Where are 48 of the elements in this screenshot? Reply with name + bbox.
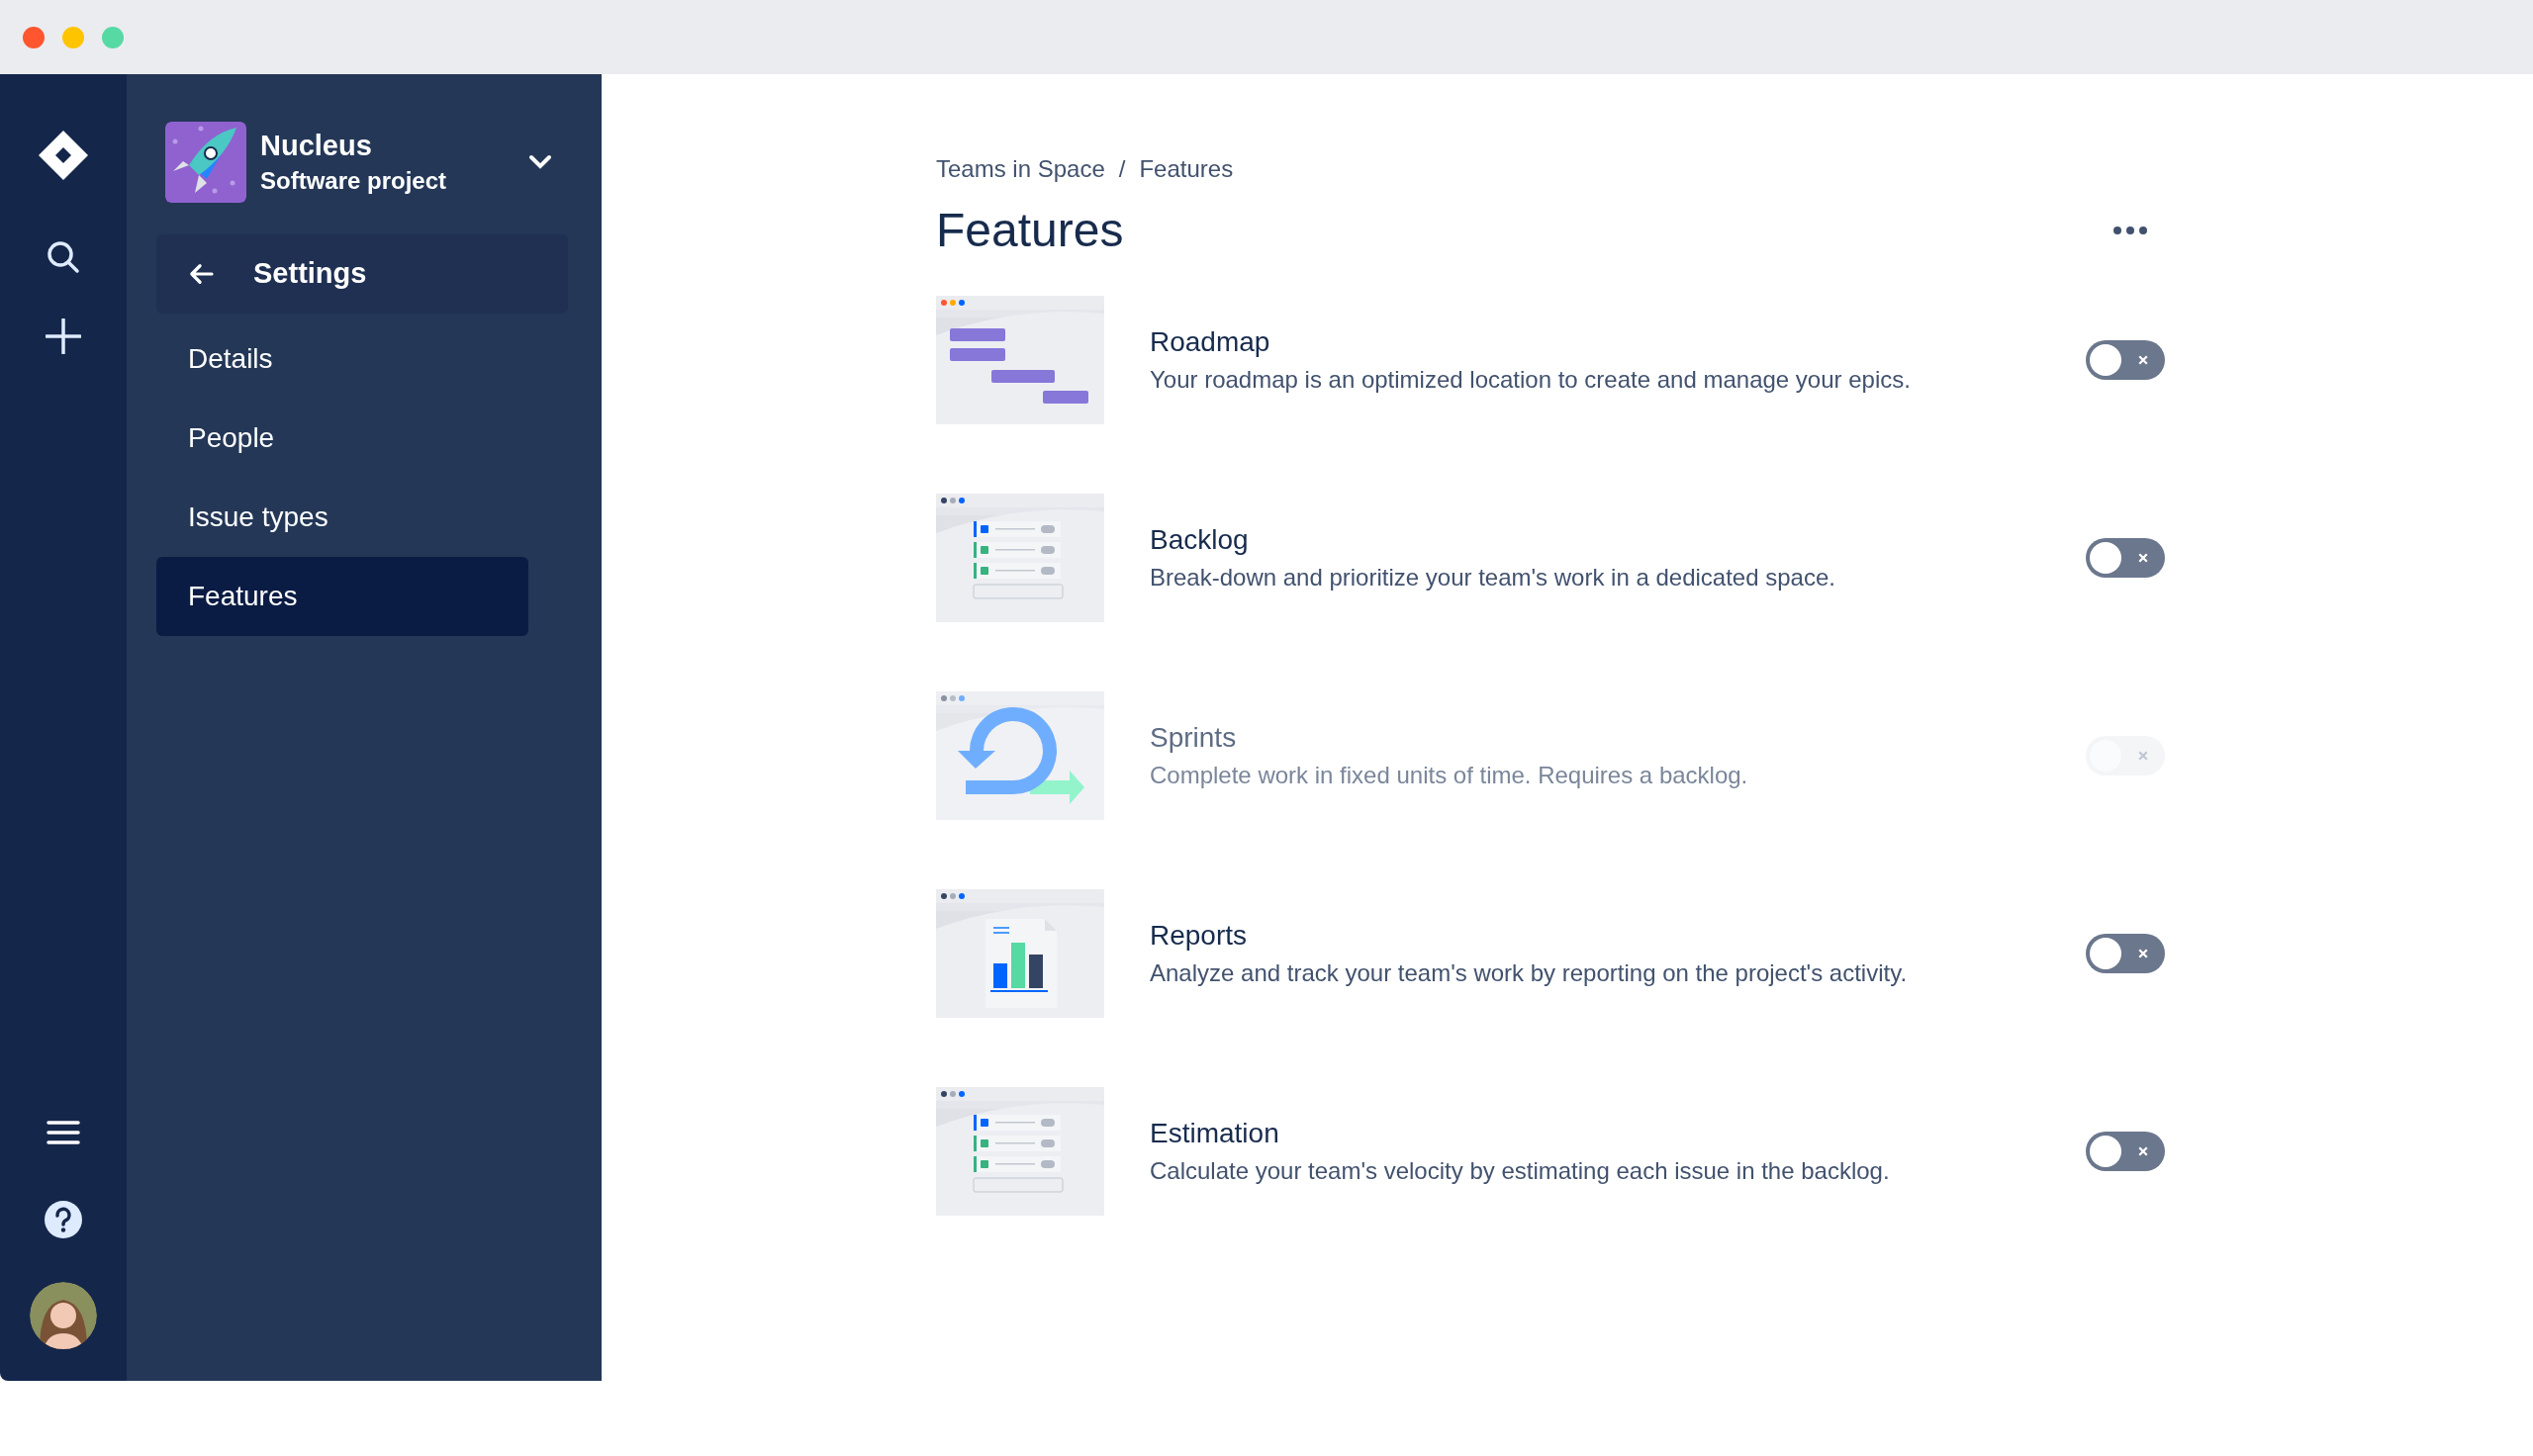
close-icon <box>2137 354 2149 366</box>
project-name: Nucleus <box>260 129 373 163</box>
feature-title: Backlog <box>1150 523 1250 557</box>
chart-bar <box>1029 955 1043 988</box>
toggle-switch[interactable] <box>2086 1132 2165 1171</box>
nav-item[interactable]: People <box>156 399 528 478</box>
feature-description: Break-down and prioritize your team's work in a dedicated space. <box>1150 563 1836 592</box>
arrow-left-icon <box>188 263 214 285</box>
chevron-down-icon[interactable] <box>528 154 552 170</box>
toggle-switch[interactable] <box>2086 538 2165 578</box>
feature-description: Calculate your team's velocity by estimating each issue in the backlog. <box>1150 1156 1891 1186</box>
timeline-bar <box>1043 391 1088 404</box>
menu-icon[interactable] <box>47 1120 80 1145</box>
timeline-bar <box>950 328 1005 341</box>
search-icon[interactable] <box>46 239 81 275</box>
breadcrumb-link[interactable]: Teams in Space <box>936 151 1105 187</box>
breadcrumb-separator: / <box>1118 154 1126 184</box>
project-type: Software project <box>260 166 448 196</box>
timeline-bar <box>991 370 1055 383</box>
help-icon[interactable] <box>45 1201 82 1238</box>
toggle-switch[interactable] <box>2086 934 2165 973</box>
back-button[interactable]: Settings <box>156 234 568 314</box>
plus-icon[interactable] <box>46 318 81 354</box>
nav-item[interactable]: Details <box>156 319 528 399</box>
feature-title: Sprints <box>1150 721 1238 755</box>
chart-bar <box>1011 943 1025 988</box>
toggle-switch[interactable] <box>2086 340 2165 380</box>
feature-title: Roadmap <box>1150 325 1271 359</box>
feature-description: Your roadmap is an optimized location to create and manage your epics. <box>1150 365 1912 395</box>
page-title: Features <box>936 203 1124 258</box>
more-icon[interactable] <box>2113 227 2147 234</box>
breadcrumb-link[interactable]: Features <box>1139 151 1234 187</box>
nav-item[interactable]: Features <box>156 557 528 636</box>
timeline-bar <box>950 348 1005 361</box>
feature-title: Estimation <box>1150 1117 1280 1150</box>
close-icon <box>2137 750 2149 762</box>
close-icon <box>2137 1145 2149 1157</box>
close-icon <box>2137 948 2149 959</box>
avatar[interactable] <box>30 1282 97 1349</box>
close-icon <box>2137 552 2149 564</box>
feature-description: Complete work in fixed units of time. Requires a backlog. <box>1150 761 1749 790</box>
rocket-icon <box>165 122 246 203</box>
logo-icon[interactable] <box>39 131 88 180</box>
feature-title: Reports <box>1150 919 1249 953</box>
close-window-button[interactable] <box>23 26 45 48</box>
chart-bar <box>993 963 1007 988</box>
feature-description: Analyze and track your team's work by reporting on the project's activity. <box>1150 958 1909 988</box>
nav-item[interactable]: Issue types <box>156 478 528 557</box>
